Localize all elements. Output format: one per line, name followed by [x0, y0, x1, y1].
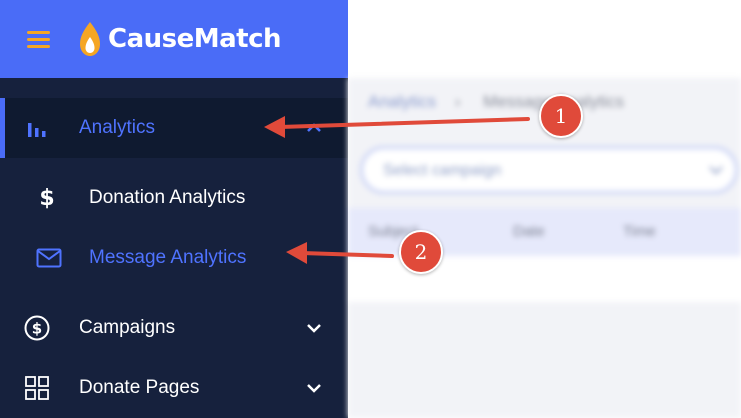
- breadcrumb: Analytics › Message Analytics: [368, 92, 624, 112]
- sidebar-item-label: Analytics: [79, 117, 156, 138]
- dollar-circle-icon: $: [24, 315, 50, 341]
- chevron-down-icon[interactable]: [304, 378, 324, 398]
- sidebar-item-donation-analytics[interactable]: $ Donation Analytics: [0, 168, 348, 228]
- campaign-select[interactable]: Select campaign: [360, 146, 738, 194]
- sidebar-item-label: Message Analytics: [89, 247, 247, 268]
- dollar-icon: $: [39, 185, 55, 211]
- envelope-icon: [36, 245, 62, 271]
- flame-icon: [80, 22, 100, 56]
- sidebar-item-donate-pages[interactable]: Donate Pages: [0, 358, 348, 418]
- breadcrumb-link[interactable]: Analytics: [368, 92, 436, 111]
- breadcrumb-separator: ›: [454, 92, 461, 111]
- sidebar-item-label: Donation Analytics: [89, 187, 246, 208]
- sidebar-item-message-analytics[interactable]: Message Analytics: [0, 228, 348, 288]
- brand-name: CauseMatch: [108, 24, 282, 54]
- active-indicator: [0, 98, 5, 158]
- annotation-badge: 2: [399, 230, 443, 274]
- column-header: Date: [513, 223, 545, 240]
- sidebar-item-analytics[interactable]: Analytics: [0, 98, 348, 158]
- menu-icon[interactable]: [27, 31, 51, 49]
- sidebar-item-campaigns[interactable]: $ Campaigns: [0, 298, 348, 358]
- annotation-badge: 1: [539, 94, 583, 138]
- sidebar-item-label: Donate Pages: [79, 377, 200, 398]
- chevron-up-icon[interactable]: [304, 118, 324, 138]
- logo[interactable]: CauseMatch: [78, 18, 282, 60]
- sidebar: CauseMatch Analytics $ Donation Analytic…: [0, 0, 348, 418]
- brand-bar: CauseMatch: [0, 0, 348, 78]
- select-placeholder: Select campaign: [383, 162, 502, 179]
- chevron-down-icon[interactable]: [304, 318, 324, 338]
- bar-chart-icon: [24, 115, 50, 141]
- chevron-down-icon: [709, 166, 723, 175]
- column-header: Time: [623, 223, 656, 240]
- sidebar-item-label: Campaigns: [79, 317, 176, 338]
- svg-text:$: $: [32, 320, 42, 338]
- grid-icon: [24, 375, 50, 401]
- main-content: Analytics › Message Analytics Select cam…: [348, 0, 741, 418]
